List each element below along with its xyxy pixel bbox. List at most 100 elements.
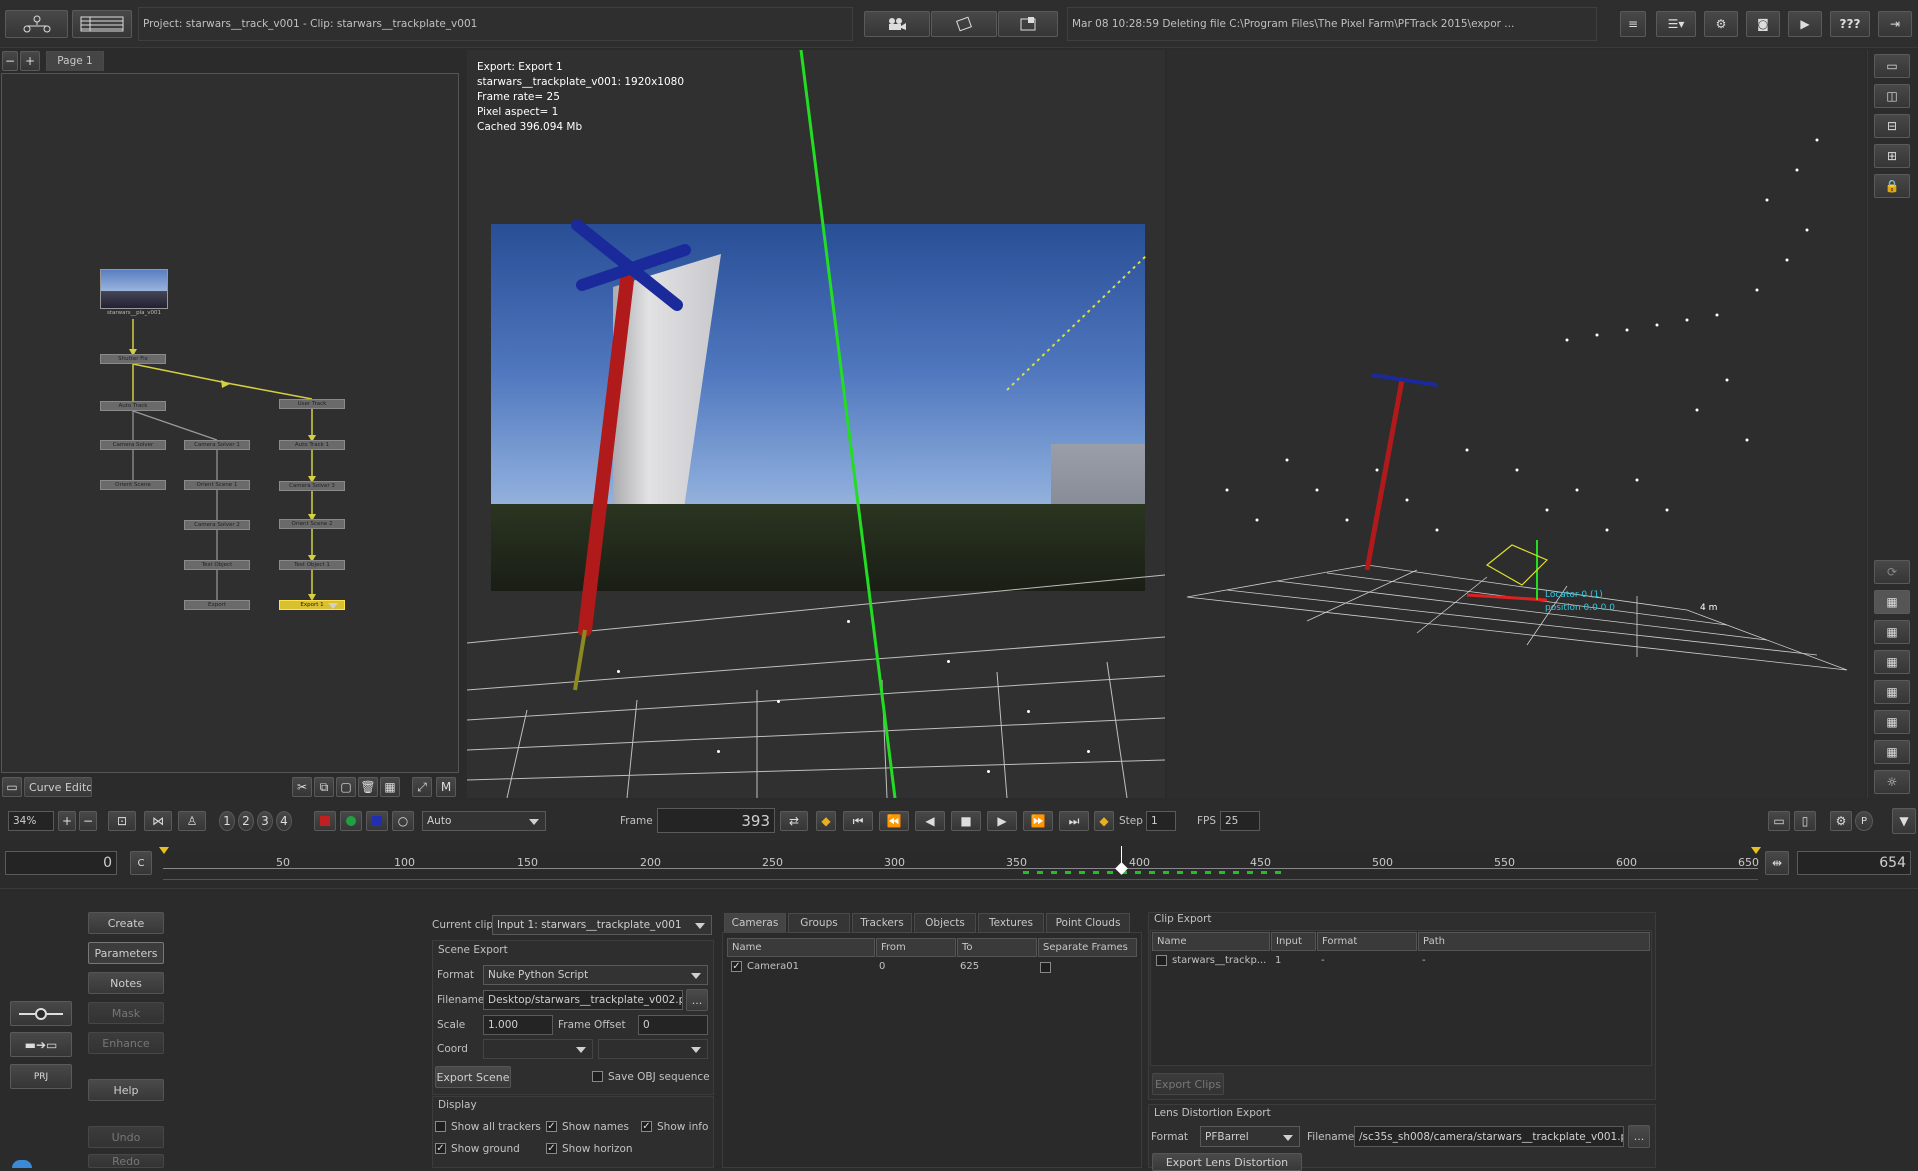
next-key-icon[interactable]: ⏩ — [1023, 811, 1053, 831]
fps-field[interactable]: 25 — [1220, 811, 1260, 831]
aspect-icon[interactable]: ▯ — [1794, 811, 1816, 831]
quad-view-icon[interactable]: ⊞ — [1874, 144, 1910, 168]
parameters-button[interactable]: Parameters — [88, 942, 164, 964]
clip-column-format[interactable]: Format — [1317, 932, 1417, 951]
node-export-1[interactable]: Export 1 — [279, 600, 345, 610]
node-orient-scene-1[interactable]: Orient Scene 1 — [184, 480, 250, 490]
go-start-icon[interactable]: ⏮ — [843, 811, 873, 831]
show-all-trackers-checkbox[interactable] — [435, 1121, 446, 1132]
mask-button[interactable]: Mask — [88, 1002, 164, 1024]
help-button[interactable]: ??? — [1830, 11, 1870, 37]
grid-2-icon[interactable]: ▦ — [1874, 620, 1910, 644]
clip-row-checkbox[interactable] — [1156, 955, 1167, 966]
node-orient-scene[interactable]: Orient Scene — [100, 480, 166, 490]
grid-4-icon[interactable]: ▦ — [1874, 680, 1910, 704]
clip-thumbnail[interactable] — [100, 269, 168, 309]
filename-field[interactable]: Desktop/starwars__trackplate_v002.py — [483, 990, 683, 1010]
prev-key-icon[interactable]: ⏪ — [879, 811, 909, 831]
column-header-from[interactable]: From — [876, 938, 956, 957]
export-icon[interactable] — [998, 11, 1058, 37]
play-movie-icon[interactable]: ▶ — [1788, 11, 1822, 37]
camera-row-name[interactable]: Camera01 — [747, 961, 799, 972]
export-scene-button[interactable]: Export Scene — [435, 1066, 511, 1088]
node-orient-scene-2[interactable]: Orient Scene 2 — [279, 519, 345, 529]
save-obj-checkbox[interactable] — [592, 1071, 603, 1082]
node-auto-track[interactable]: Auto Track — [100, 401, 166, 411]
timeline-c-button[interactable]: C — [130, 851, 152, 875]
show-horizon-checkbox[interactable]: ✓ — [546, 1143, 557, 1154]
coord-select-2[interactable] — [598, 1039, 708, 1059]
split-vertical-icon[interactable]: ◫ — [1874, 84, 1910, 108]
tab-groups[interactable]: Groups — [788, 913, 850, 933]
camera-snapshot-icon[interactable]: ◙ — [1746, 11, 1780, 37]
stop-icon[interactable]: ■ — [951, 811, 981, 831]
play-forward-icon[interactable]: ▶ — [987, 811, 1017, 831]
fit-frame-icon[interactable]: ⊡ — [108, 811, 136, 831]
center-view-icon[interactable]: ⋈ — [144, 811, 172, 831]
settings-cog-icon[interactable]: ⚙ — [1830, 811, 1852, 831]
tab-cameras[interactable]: Cameras — [724, 913, 786, 933]
tab-page-1[interactable]: Page 1 — [46, 51, 104, 71]
text-log-icon[interactable]: ≡ — [1620, 11, 1646, 37]
grid-3-icon[interactable]: ▦ — [1874, 650, 1910, 674]
display-mode-select[interactable]: Auto — [422, 811, 546, 831]
node-camera-solver-1[interactable]: Camera Solver 1 — [184, 440, 250, 450]
lens-format-select[interactable]: PFBarrel — [1200, 1126, 1300, 1147]
clip-row-path[interactable]: - — [1422, 955, 1426, 966]
single-view-icon[interactable]: ▭ — [1874, 54, 1910, 78]
marker-icon[interactable]: M — [436, 777, 456, 797]
view-button-2[interactable]: 2 — [238, 811, 254, 831]
split-horizontal-icon[interactable]: ⊟ — [1874, 114, 1910, 138]
set-in-key-icon[interactable]: ◆ — [816, 811, 836, 831]
node-auto-track-1[interactable]: Auto Track 1 — [279, 440, 345, 450]
timeline-start-field[interactable]: 0 — [5, 851, 117, 875]
view-button-3[interactable]: 3 — [257, 811, 273, 831]
copy-icon[interactable]: ⧉ — [314, 777, 334, 797]
clip-icon[interactable] — [931, 11, 997, 37]
zoom-out-icon[interactable]: − — [79, 811, 97, 831]
clip-column-path[interactable]: Path — [1418, 932, 1650, 951]
grid-6-icon[interactable]: ▦ — [1874, 740, 1910, 764]
p-button[interactable]: P — [1855, 811, 1873, 831]
clip-row-input[interactable]: 1 — [1275, 955, 1281, 966]
view-button-1[interactable]: 1 — [219, 811, 235, 831]
frame-offset-field[interactable]: 0 — [638, 1015, 708, 1035]
show-names-checkbox[interactable]: ✓ — [546, 1121, 557, 1132]
camera-viewer[interactable]: Export: Export 1 starwars__trackplate_v0… — [467, 50, 1165, 798]
node-user-track[interactable]: User Track — [279, 399, 345, 409]
tab-textures[interactable]: Textures — [978, 913, 1044, 933]
node-camera-solver-3[interactable]: Camera Solver 3 — [279, 481, 345, 491]
cut-icon[interactable]: ✂ — [292, 777, 312, 797]
layout-icon[interactable]: ▦ — [380, 777, 400, 797]
movie-camera-icon[interactable] — [864, 11, 930, 37]
scale-field[interactable]: 1.000 — [483, 1015, 553, 1035]
add-page-icon[interactable]: + — [20, 51, 40, 71]
out-point-marker[interactable] — [1751, 847, 1761, 854]
clip-column-name[interactable]: Name — [1152, 932, 1270, 951]
coord-select-1[interactable] — [483, 1039, 593, 1059]
curve-editor-button[interactable]: Curve Editor — [24, 777, 92, 797]
view-button-4[interactable]: 4 — [276, 811, 292, 831]
grid-1-icon[interactable]: ▦ — [1874, 590, 1910, 614]
node-camera-solver-2[interactable]: Camera Solver 2 — [184, 520, 250, 530]
alpha-channel-icon[interactable]: ○ — [392, 811, 414, 831]
exit-icon[interactable]: ⇥ — [1878, 11, 1912, 37]
camera-row-to[interactable]: 625 — [960, 961, 979, 972]
node-test-object[interactable]: Test Object — [184, 560, 250, 570]
camera-row-from[interactable]: 0 — [879, 961, 885, 972]
zoom-field[interactable]: 34% — [8, 811, 54, 831]
in-point-marker[interactable] — [159, 847, 169, 854]
step-field[interactable]: 1 — [1146, 811, 1176, 831]
delete-icon[interactable]: 🗑 — [358, 777, 378, 797]
export-lens-distortion-button[interactable]: Export Lens Distortion — [1152, 1153, 1302, 1171]
tab-trackers[interactable]: Trackers — [852, 913, 912, 933]
play-backward-icon[interactable]: ◀ — [915, 811, 945, 831]
tab-point-clouds[interactable]: Point Clouds — [1046, 913, 1130, 933]
node-shutter-fix[interactable]: Shutter Fix — [100, 354, 166, 364]
enhance-button[interactable]: Enhance — [88, 1032, 164, 1054]
column-header-name[interactable]: Name — [727, 938, 875, 957]
format-select[interactable]: Nuke Python Script — [483, 965, 708, 985]
notes-button[interactable]: Notes — [88, 972, 164, 994]
node-test-object-1[interactable]: Test Object 1 — [279, 560, 345, 570]
timeline-end-field[interactable]: 654 — [1797, 851, 1911, 875]
